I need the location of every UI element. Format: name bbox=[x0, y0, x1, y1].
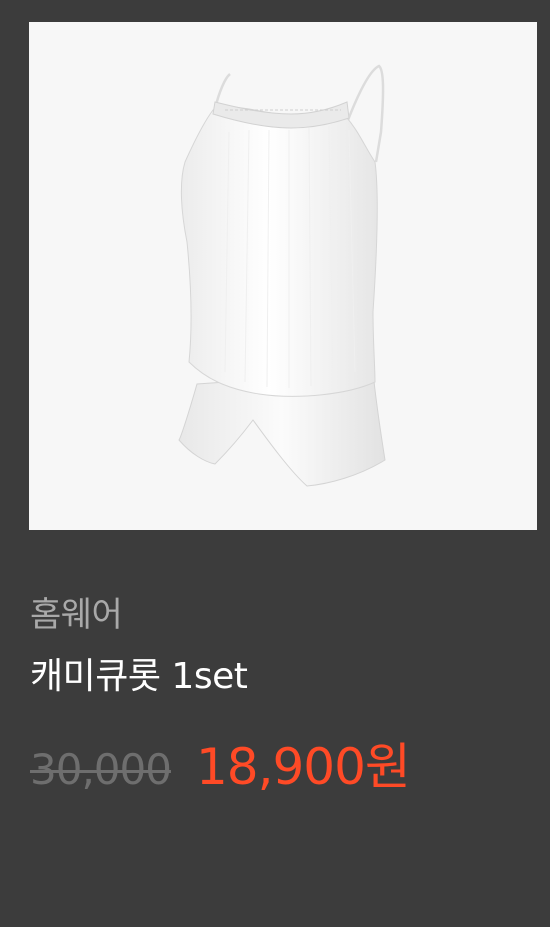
product-card[interactable]: 홈웨어 캐미큐롯 1set 30,000 18,900원 bbox=[0, 0, 550, 927]
camisole-set-image bbox=[178, 64, 386, 487]
sale-price: 18,900원 bbox=[195, 738, 411, 796]
product-image[interactable] bbox=[29, 22, 537, 530]
price-row: 30,000 18,900원 bbox=[30, 735, 411, 799]
product-category: 홈웨어 bbox=[30, 595, 123, 635]
product-name[interactable]: 캐미큐롯 1set bbox=[30, 654, 248, 700]
original-price: 30,000 bbox=[30, 745, 172, 794]
